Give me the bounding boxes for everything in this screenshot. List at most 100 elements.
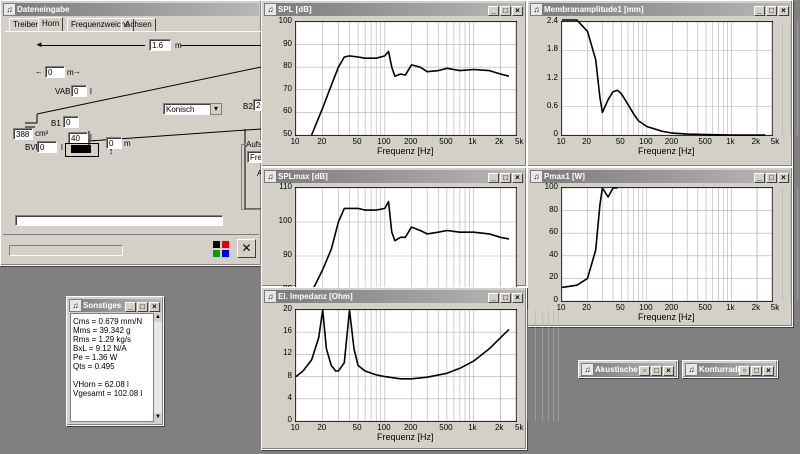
param-line: Rms = 1.29 kg/s [73,335,132,344]
close-button[interactable]: × [778,173,789,183]
min-window-konturradius[interactable]: ♫ Konturradi... ▫ □ × [682,360,778,378]
minimize-button[interactable]: _ [754,6,765,16]
tab-achsen[interactable]: Achsen [121,18,156,31]
window-buttons: _ □ × [753,171,789,183]
vab-unit: l [90,87,92,96]
x-tick-label: 10 [556,303,566,312]
close-button[interactable]: × [663,366,674,376]
depth-arrow-down: ↓ [109,147,113,156]
minimize-button[interactable]: _ [488,293,499,303]
plot-area [561,187,798,302]
x-tick-label: 1k [726,303,735,312]
min-titlebar[interactable]: ♫ Akustische L... ▫ □ × [581,363,675,376]
series-line [295,309,510,380]
chart-svg [561,187,798,302]
app-icon: ♫ [531,171,542,182]
scroll-down-icon[interactable]: ▼ [154,413,162,422]
shape-select-value: Konisch [166,105,195,114]
delete-button[interactable]: ✕ [237,239,256,258]
chart-titlebar[interactable]: ♫ Membranamplitude1 [mm] _ □ × [530,3,790,16]
min-titlebar[interactable]: ♫ Konturradi... ▫ □ × [685,363,775,376]
window-buttons: _ □ × [753,4,789,16]
y-tick-label: 80 [283,61,292,71]
vol-unit: l [90,133,92,142]
param-line: Vgesamt = 102.08 l [73,389,143,398]
chart-titlebar[interactable]: ♫ SPL [dB] _ □ × [264,3,524,16]
y-tick-label: 100 [544,182,558,191]
maximize-button[interactable]: □ [651,366,662,376]
close-button[interactable]: × [149,302,160,312]
color-icon[interactable] [211,239,231,259]
minimize-button[interactable]: _ [488,173,499,183]
y-tick-label: 60 [283,106,292,116]
window-buttons: _ □ × [487,291,523,303]
dist-input[interactable]: 0 [45,66,65,78]
y-tick-label: 0 [553,129,558,138]
chevron-down-icon[interactable]: ▾ [210,103,222,115]
maximize-button[interactable]: □ [137,302,148,312]
b1-label: B1 [51,119,61,128]
x-axis-title: Frequenz [Hz] [638,146,695,156]
plot-area [295,309,559,422]
maximize-button[interactable]: □ [751,366,762,376]
sonstiges-titlebar[interactable]: ♫ Sonstiges _ □ × [69,299,161,312]
param-line: VHorn = 62.08 l [73,380,129,389]
minimize-button[interactable]: _ [488,6,499,16]
depth-unit: m [124,139,131,148]
close-button[interactable]: × [512,293,523,303]
plot-area [295,21,559,136]
sonstiges-textarea[interactable]: Cms = 0.679 mm/N Mms = 39.342 g Rms = 1.… [70,313,154,422]
maximize-button[interactable]: □ [500,6,511,16]
tab-horn[interactable]: Horn [38,17,64,32]
close-icon: ✕ [241,241,252,255]
length-input[interactable]: 1.6 [149,39,171,51]
restore-button[interactable]: ▫ [639,366,650,376]
maximize-button[interactable]: □ [766,173,777,183]
series-line [310,50,510,136]
chart-svg [295,21,559,136]
window-buttons: _ □ × [487,4,523,16]
chart-titlebar[interactable]: ♫ SPLmax [dB] _ □ × [264,170,524,183]
minimize-button[interactable]: _ [754,173,765,183]
maximize-button[interactable]: □ [500,293,511,303]
b1-input[interactable]: 0 [63,116,79,128]
close-button[interactable]: × [778,6,789,16]
chart-title: SPLmax [dB] [278,172,328,181]
x-tick-label: 1k [726,137,735,146]
length-arrow [41,45,145,46]
name-input[interactable] [15,215,223,226]
param-line: Pe = 1.36 W [73,353,118,362]
dateneingabe-window: ♫ Dateneingabe Treiber Horn Frequenzweich… [0,0,266,266]
x-tick-label: 2k [751,303,761,312]
chart-titlebar[interactable]: ♫ Pmax1 [W] _ □ × [530,170,790,183]
y-tick-label: 110 [279,182,292,191]
vab-input[interactable]: 0 [71,85,87,97]
x-tick-label: 2k [494,137,504,146]
y-tick-label: 20 [549,272,558,282]
window-buttons: _ □ × [124,300,160,312]
bvk-unit: l [61,143,63,152]
bvk-input[interactable]: 0 [37,141,57,153]
x-tick-label: 200 [664,303,679,312]
vab-label: VAB [55,87,71,96]
chart-titlebar[interactable]: ♫ El. Impedanz [Ohm] _ □ × [264,290,524,303]
tab-divider [5,31,261,32]
scrollbar[interactable]: ▲ ▼ [153,313,162,422]
close-button[interactable]: × [512,6,523,16]
chart-title: Pmax1 [W] [544,172,585,181]
scroll-up-icon[interactable]: ▲ [154,313,162,322]
x-tick-label: 100 [377,137,391,146]
dateneingabe-titlebar[interactable]: ♫ Dateneingabe [3,3,259,16]
minimize-button[interactable]: _ [125,302,136,312]
maximize-button[interactable]: □ [500,173,511,183]
restore-button[interactable]: ▫ [739,366,750,376]
series-line [562,19,766,136]
close-button[interactable]: × [763,366,774,376]
window-buttons: ▫ □ × [638,364,674,376]
area-input[interactable]: 388 [13,128,33,140]
x-tick-label: 2k [494,423,504,432]
close-button[interactable]: × [512,173,523,183]
min-window-akustische[interactable]: ♫ Akustische L... ▫ □ × [578,360,678,378]
y-tick-label: 0 [553,295,558,304]
maximize-button[interactable]: □ [766,6,777,16]
